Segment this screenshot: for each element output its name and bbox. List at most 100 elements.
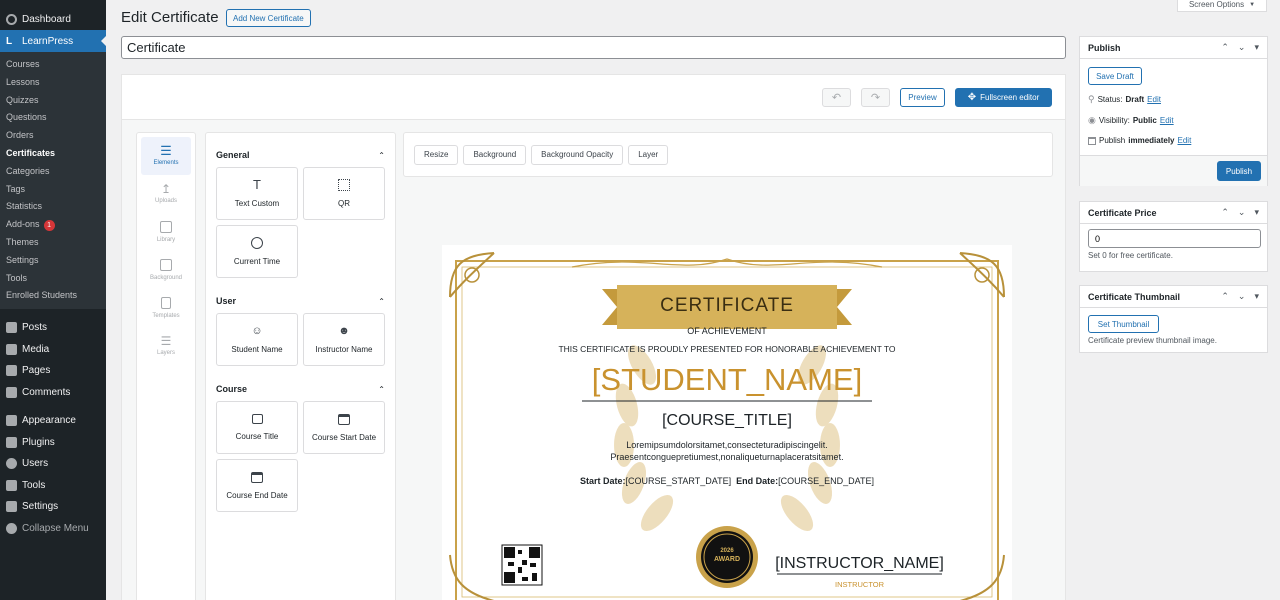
menu-tools[interactable]: Tools bbox=[0, 475, 106, 497]
menu-comments[interactable]: Comments bbox=[0, 382, 106, 404]
submenu-statistics[interactable]: Statistics bbox=[0, 198, 106, 216]
edit-status-link[interactable]: Edit bbox=[1147, 95, 1161, 104]
end-date-placeholder[interactable]: [COURSE_END_DATE] bbox=[778, 476, 874, 486]
calendar-icon bbox=[1088, 136, 1096, 145]
tool-uploads[interactable]: ↥ Uploads bbox=[141, 175, 191, 213]
tool-elements[interactable]: ☰ Elements bbox=[141, 137, 191, 175]
submenu-enrolled-students[interactable]: Enrolled Students bbox=[0, 287, 106, 305]
edit-visibility-link[interactable]: Edit bbox=[1160, 116, 1174, 125]
resize-button[interactable]: Resize bbox=[414, 144, 459, 165]
tool-label: Templates bbox=[152, 313, 180, 319]
tool-templates[interactable]: Templates bbox=[141, 289, 191, 327]
dashboard-icon bbox=[6, 13, 17, 25]
submenu-quizzes[interactable]: Quizzes bbox=[0, 92, 106, 110]
section-user[interactable]: User ⌃ bbox=[206, 293, 395, 309]
instructor-name-placeholder[interactable]: [INSTRUCTOR_NAME] bbox=[762, 555, 957, 573]
page-title: Edit Certificate bbox=[121, 9, 219, 26]
add-new-certificate-button[interactable]: Add New Certificate bbox=[226, 9, 311, 27]
chevron-up-icon[interactable]: ⌃ bbox=[1221, 291, 1229, 302]
screen-options-button[interactable]: Screen Options ▼ bbox=[1177, 0, 1267, 12]
course-title-placeholder[interactable]: [COURSE_TITLE] bbox=[442, 412, 1012, 430]
section-general[interactable]: General ⌃ bbox=[206, 147, 395, 163]
publish-box-header: Publish ⌃ ⌄ ▾ bbox=[1080, 37, 1267, 59]
chevron-down-icon[interactable]: ⌄ bbox=[1238, 207, 1246, 218]
tile-label: QR bbox=[338, 199, 350, 208]
image-icon bbox=[160, 259, 172, 271]
preview-button[interactable]: Preview bbox=[900, 88, 945, 107]
chevron-down-icon[interactable]: ⌄ bbox=[1238, 291, 1246, 302]
submenu-questions[interactable]: Questions bbox=[0, 109, 106, 127]
submenu-lessons[interactable]: Lessons bbox=[0, 74, 106, 92]
submenu-certificates[interactable]: Certificates bbox=[0, 145, 106, 163]
caret-down-icon[interactable]: ▾ bbox=[1254, 207, 1259, 218]
submenu-categories[interactable]: Categories bbox=[0, 163, 106, 181]
chevron-up-icon: ⌃ bbox=[378, 384, 385, 394]
submenu-themes[interactable]: Themes bbox=[0, 234, 106, 252]
tile-qr[interactable]: QR bbox=[303, 167, 385, 220]
section-course[interactable]: Course ⌃ bbox=[206, 381, 395, 397]
tile-student-name[interactable]: ☺ Student Name bbox=[216, 313, 298, 366]
end-date-label: End Date: bbox=[736, 476, 779, 486]
tile-text-custom[interactable]: T Text Custom bbox=[216, 167, 298, 220]
media-icon bbox=[6, 343, 17, 355]
section-title: General bbox=[216, 150, 250, 160]
menu-users[interactable]: Users bbox=[0, 453, 106, 475]
price-input[interactable] bbox=[1088, 229, 1261, 248]
tile-course-start-date[interactable]: Course Start Date bbox=[303, 401, 385, 454]
submenu-tags[interactable]: Tags bbox=[0, 181, 106, 199]
menu-collapse[interactable]: Collapse Menu bbox=[0, 518, 106, 540]
undo-button[interactable]: ↶ bbox=[822, 88, 851, 107]
brush-icon bbox=[6, 415, 17, 427]
tile-instructor-name[interactable]: ☻ Instructor Name bbox=[303, 313, 385, 366]
text-icon: T bbox=[253, 177, 261, 192]
caret-down-icon[interactable]: ▾ bbox=[1254, 291, 1259, 302]
menu-dashboard[interactable]: Dashboard bbox=[0, 8, 106, 30]
caret-down-icon: ▼ bbox=[1249, 1, 1256, 8]
menu-media[interactable]: Media bbox=[0, 339, 106, 361]
publish-button[interactable]: Publish bbox=[1217, 161, 1261, 181]
submenu-label: Add-ons bbox=[6, 219, 40, 230]
wrench-icon bbox=[6, 479, 17, 491]
tool-background[interactable]: Background bbox=[141, 251, 191, 289]
submenu-settings[interactable]: Settings bbox=[0, 252, 106, 270]
menu-label: Users bbox=[22, 458, 49, 470]
start-date-label: Start Date: bbox=[580, 476, 626, 486]
submenu-courses[interactable]: Courses bbox=[0, 56, 106, 74]
start-date-placeholder[interactable]: [COURSE_START_DATE] bbox=[626, 476, 732, 486]
background-opacity-button[interactable]: Background Opacity bbox=[531, 144, 624, 165]
tile-course-title[interactable]: Course Title bbox=[216, 401, 298, 454]
lorem-line-1: Loremipsumdolorsitamet,consecteturadipis… bbox=[626, 440, 828, 450]
certificate-canvas[interactable]: CERTIFICATE OF ACHIEVEMENT THIS CERTIFIC… bbox=[442, 245, 1012, 600]
section-title: Course bbox=[216, 384, 248, 394]
submenu-orders[interactable]: Orders bbox=[0, 127, 106, 145]
certificate-title-input[interactable] bbox=[121, 36, 1066, 59]
caret-down-icon[interactable]: ▾ bbox=[1254, 42, 1259, 53]
chevron-up-icon[interactable]: ⌃ bbox=[1221, 207, 1229, 218]
admin-sidebar: Dashboard L LearnPress Courses Lessons Q… bbox=[0, 0, 106, 600]
save-draft-button[interactable]: Save Draft bbox=[1088, 67, 1142, 85]
tool-layers[interactable]: ☰ Layers bbox=[141, 327, 191, 365]
edit-publish-time-link[interactable]: Edit bbox=[1178, 136, 1192, 145]
menu-pages[interactable]: Pages bbox=[0, 360, 106, 382]
fullscreen-editor-button[interactable]: ✥ Fullscreen editor bbox=[955, 88, 1052, 107]
elements-panel: General ⌃ T Text Custom QR Current Time … bbox=[205, 132, 396, 600]
submenu-tools[interactable]: Tools bbox=[0, 270, 106, 288]
submenu-addons[interactable]: Add-ons 1 bbox=[0, 216, 106, 234]
status-label: Status: bbox=[1097, 95, 1123, 104]
tool-library[interactable]: Library bbox=[141, 213, 191, 251]
background-button[interactable]: Background bbox=[463, 144, 527, 165]
student-name-placeholder[interactable]: [STUDENT_NAME] bbox=[442, 362, 1012, 398]
redo-button[interactable]: ↷ bbox=[861, 88, 890, 107]
menu-settings[interactable]: Settings bbox=[0, 496, 106, 518]
menu-appearance[interactable]: Appearance bbox=[0, 410, 106, 432]
menu-plugins[interactable]: Plugins bbox=[0, 432, 106, 454]
menu-learnpress[interactable]: L LearnPress bbox=[0, 30, 106, 52]
chevron-up-icon[interactable]: ⌃ bbox=[1221, 42, 1229, 53]
chevron-down-icon[interactable]: ⌄ bbox=[1238, 42, 1246, 53]
set-thumbnail-button[interactable]: Set Thumbnail bbox=[1088, 315, 1159, 333]
tile-course-end-date[interactable]: Course End Date bbox=[216, 459, 298, 512]
submenu-label: Certificates bbox=[6, 147, 56, 158]
tile-current-time[interactable]: Current Time bbox=[216, 225, 298, 278]
menu-posts[interactable]: Posts bbox=[0, 317, 106, 339]
layer-button[interactable]: Layer bbox=[628, 144, 669, 165]
